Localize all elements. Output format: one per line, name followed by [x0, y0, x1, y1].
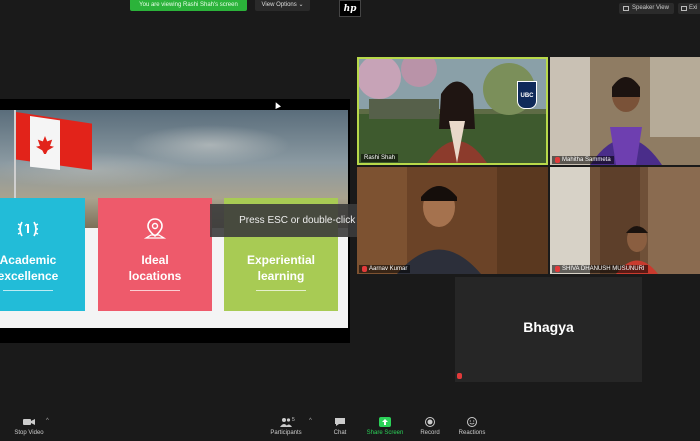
participant-name-placeholder: Bhagya — [523, 319, 574, 335]
reactions-button[interactable]: Reactions — [456, 407, 488, 441]
exit-fullscreen-label: Exi — [689, 5, 698, 11]
participants-icon — [280, 418, 292, 427]
video-tile-rashi-shah[interactable]: UBC Rashi Shah — [357, 57, 548, 165]
record-button[interactable]: Record — [418, 407, 442, 441]
participant-name: Rashi Shah — [364, 155, 396, 161]
exit-fullscreen-icon — [681, 6, 687, 11]
card-divider — [256, 290, 306, 291]
exit-fullscreen-button[interactable]: Exi — [678, 3, 700, 14]
card-title-line2: locations — [128, 269, 182, 283]
participants-count: 5 — [292, 417, 295, 423]
viewing-screen-banner: You are viewing Rashi Shah's screen — [130, 0, 247, 11]
video-tile-bhagya[interactable]: Bhagya — [455, 277, 642, 382]
hp-logo: hp — [339, 0, 361, 17]
speaker-view-icon — [623, 6, 629, 11]
participant-name-label: Aarnav Kumar — [359, 265, 411, 273]
card-divider — [3, 290, 53, 291]
smiley-icon — [467, 417, 477, 427]
view-options-button[interactable]: View Options ⌄ — [255, 0, 310, 11]
participants-caret-icon[interactable]: ^ — [309, 418, 312, 424]
speaker-view-label: Speaker View — [632, 5, 669, 11]
video-camera-icon — [23, 419, 35, 425]
chat-button[interactable]: Chat — [330, 407, 350, 441]
participant-name-label: Mahitha Sammeta — [552, 156, 614, 164]
card-ideal-locations: Ideal locations — [98, 198, 212, 311]
chevron-down-icon: ⌄ — [298, 2, 304, 8]
card-academic-excellence: Academic excellence — [0, 198, 85, 311]
card-title-line2: learning — [257, 269, 305, 283]
mahitha-video-scene — [550, 57, 700, 165]
mic-muted-icon — [555, 157, 560, 163]
map-pin-icon — [143, 218, 167, 239]
share-screen-button[interactable]: Share Screen — [365, 407, 405, 441]
record-label: Record — [420, 430, 440, 436]
aarnav-video-scene — [357, 167, 548, 274]
participant-name: Aarnav Kumar — [369, 266, 408, 272]
card-title-line2: excellence — [0, 269, 59, 283]
participants-button[interactable]: 5 Participants — [268, 407, 304, 441]
video-tile-mahitha-sammeta[interactable]: Mahitha Sammeta — [550, 57, 700, 165]
participant-name-label: Rashi Shah — [361, 154, 399, 162]
participant-name: Mahitha Sammeta — [562, 157, 611, 163]
mic-muted-icon — [555, 266, 560, 272]
record-icon — [425, 417, 435, 427]
mic-muted-icon — [362, 266, 367, 272]
share-screen-icon — [379, 417, 391, 427]
participants-label: Participants — [270, 430, 302, 436]
video-tile-aarnav-kumar[interactable]: Aarnav Kumar — [357, 167, 548, 274]
chat-label: Chat — [333, 430, 347, 436]
reactions-label: Reactions — [458, 430, 486, 436]
participant-name-label: SHIVA DHANUSH MUSUNURI — [552, 265, 648, 273]
card-divider — [130, 290, 180, 291]
card-title-line1: Experiential — [246, 253, 316, 267]
meeting-toolbar: Stop Video ^ 5 Participants ^ Chat Share… — [0, 407, 700, 441]
hp-logo-text: hp — [343, 3, 357, 14]
video-tile-shiva-dhanush-musunuri[interactable]: SHIVA DHANUSH MUSUNURI — [550, 167, 700, 274]
participant-name: SHIVA DHANUSH MUSUNURI — [562, 266, 645, 272]
view-options-label: View Options — [261, 2, 297, 8]
chat-icon — [335, 418, 345, 426]
rashi-video-scene — [359, 59, 546, 163]
shiva-video-scene — [550, 167, 700, 274]
stop-video-label: Stop Video — [14, 430, 44, 436]
speaker-view-button[interactable]: Speaker View — [619, 3, 674, 14]
card-title-line1: Academic — [0, 253, 57, 267]
stop-video-button[interactable]: Stop Video — [12, 407, 46, 441]
laurel-icon — [17, 221, 39, 237]
share-screen-label: Share Screen — [366, 430, 404, 436]
ubc-logo: UBC — [517, 81, 537, 109]
video-options-caret-icon[interactable]: ^ — [46, 418, 49, 424]
mic-muted-icon — [457, 373, 462, 379]
card-title-line1: Ideal — [141, 253, 169, 267]
